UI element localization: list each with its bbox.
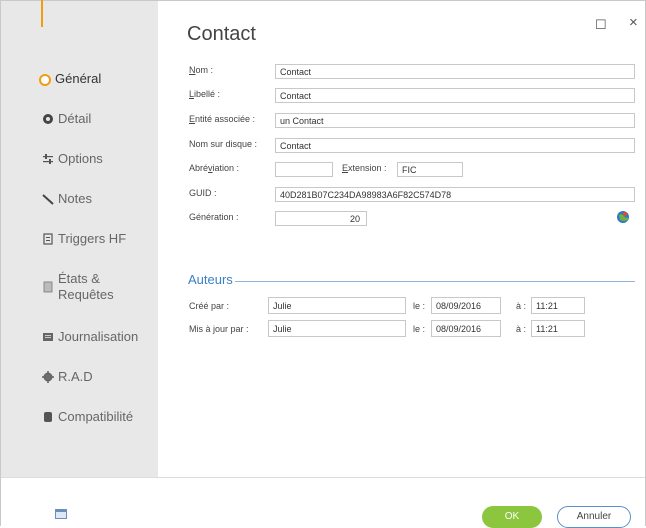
maj-le-label: le : bbox=[413, 324, 426, 334]
sidebar-item-triggers[interactable]: Triggers HF bbox=[42, 231, 126, 246]
journal-icon bbox=[42, 331, 54, 343]
triggers-icon bbox=[42, 233, 54, 245]
maj-par-label: Mis à jour par : bbox=[189, 324, 249, 334]
sidebar-item-label: Journalisation bbox=[58, 329, 139, 344]
libelle-field[interactable]: Contact bbox=[275, 88, 635, 103]
sidebar-item-label: Détail bbox=[58, 111, 92, 126]
cree-date-field[interactable]: 08/09/2016 bbox=[431, 297, 501, 314]
cree-le-label: le : bbox=[413, 301, 426, 311]
sidebar-item-compatibilite[interactable]: Compatibilité bbox=[42, 409, 133, 424]
sidebar-item-label: États & bbox=[58, 271, 100, 286]
auteurs-section-title: Auteurs bbox=[188, 272, 233, 287]
abreviation-label-rest: iation : bbox=[212, 163, 240, 173]
sidebar-item-label: Options bbox=[58, 151, 103, 166]
sidebar-item-options[interactable]: Options bbox=[42, 151, 103, 166]
reports-icon bbox=[42, 281, 54, 293]
entite-field[interactable]: un Contact bbox=[275, 113, 635, 128]
sidebar-item-rad[interactable]: R.A.D bbox=[42, 369, 93, 384]
abreviation-label: Abréviation : bbox=[189, 163, 239, 173]
guid-field[interactable]: 40D281B07C234DA98983A6F82C574D78 bbox=[275, 187, 635, 202]
sidebar-item-journalisation[interactable]: Journalisation bbox=[42, 329, 138, 344]
cree-a-label: à : bbox=[516, 301, 527, 311]
footer-bar bbox=[1, 477, 645, 526]
generation-label: Génération : bbox=[189, 212, 239, 222]
sidebar-item-label: Général bbox=[55, 71, 102, 86]
cancel-button[interactable]: Annuler bbox=[557, 506, 631, 528]
libelle-label-rest: ibellé : bbox=[194, 89, 221, 99]
sidebar: Général Détail Options Notes Triggers HF bbox=[1, 0, 158, 477]
sidebar-item-detail[interactable]: Détail bbox=[42, 111, 91, 126]
sidebar-item-label: Compatibilité bbox=[58, 409, 134, 424]
cree-par-label: Créé par : bbox=[189, 301, 230, 311]
abreviation-label-pre: Abré bbox=[189, 163, 209, 173]
sidebar-item-label-line2: Requêtes bbox=[58, 287, 114, 302]
general-icon bbox=[39, 74, 51, 86]
extension-label: Extension : bbox=[342, 163, 387, 173]
notes-icon bbox=[42, 193, 54, 205]
generation-field[interactable]: 20 bbox=[275, 211, 367, 226]
rad-icon bbox=[42, 371, 54, 383]
nom-label-rest: om : bbox=[195, 65, 214, 75]
nom-label: Nom : bbox=[189, 65, 213, 75]
libelle-label: Libellé : bbox=[189, 89, 220, 99]
disque-field[interactable]: Contact bbox=[275, 138, 635, 153]
cree-par-field[interactable]: Julie bbox=[268, 297, 406, 314]
page-title: Contact bbox=[187, 23, 256, 45]
guid-label: GUID : bbox=[189, 188, 217, 198]
maj-a-label: à : bbox=[516, 324, 527, 334]
extension-field[interactable]: FIC bbox=[397, 162, 463, 177]
nom-field[interactable]: Contact bbox=[275, 64, 635, 79]
sidebar-item-label: Triggers HF bbox=[58, 231, 127, 246]
sidebar-item-notes[interactable]: Notes bbox=[42, 191, 92, 206]
options-icon bbox=[42, 153, 54, 165]
active-indicator-line bbox=[41, 0, 43, 27]
entite-label: Entité associée : bbox=[189, 114, 255, 124]
entite-label-rest: ntité associée : bbox=[195, 114, 256, 124]
maj-time-field[interactable]: 11:21 bbox=[531, 320, 585, 337]
sidebar-item-label: Notes bbox=[58, 191, 92, 206]
globe-icon[interactable] bbox=[616, 210, 630, 229]
compat-icon bbox=[42, 411, 54, 423]
section-divider bbox=[235, 281, 635, 282]
maj-par-field[interactable]: Julie bbox=[268, 320, 406, 337]
abreviation-field[interactable] bbox=[275, 162, 333, 177]
sidebar-item-general[interactable]: Général bbox=[39, 71, 101, 86]
disque-label: Nom sur disque : bbox=[189, 139, 258, 149]
sidebar-item-etats-requetes[interactable]: États & Requêtes bbox=[42, 271, 114, 303]
cree-time-field[interactable]: 11:21 bbox=[531, 297, 585, 314]
ok-button[interactable]: OK bbox=[482, 506, 542, 528]
dialog-window: Général Détail Options Notes Triggers HF bbox=[0, 0, 646, 528]
extension-label-rest: xtension : bbox=[348, 163, 387, 173]
detail-icon bbox=[42, 113, 54, 125]
sidebar-item-label-wrap: États & Requêtes bbox=[58, 271, 114, 303]
maj-date-field[interactable]: 08/09/2016 bbox=[431, 320, 501, 337]
maximize-button[interactable]: ☐ bbox=[595, 17, 607, 33]
window-icon[interactable] bbox=[55, 507, 67, 525]
sidebar-item-label: R.A.D bbox=[58, 369, 93, 384]
close-button[interactable]: × bbox=[629, 14, 638, 31]
